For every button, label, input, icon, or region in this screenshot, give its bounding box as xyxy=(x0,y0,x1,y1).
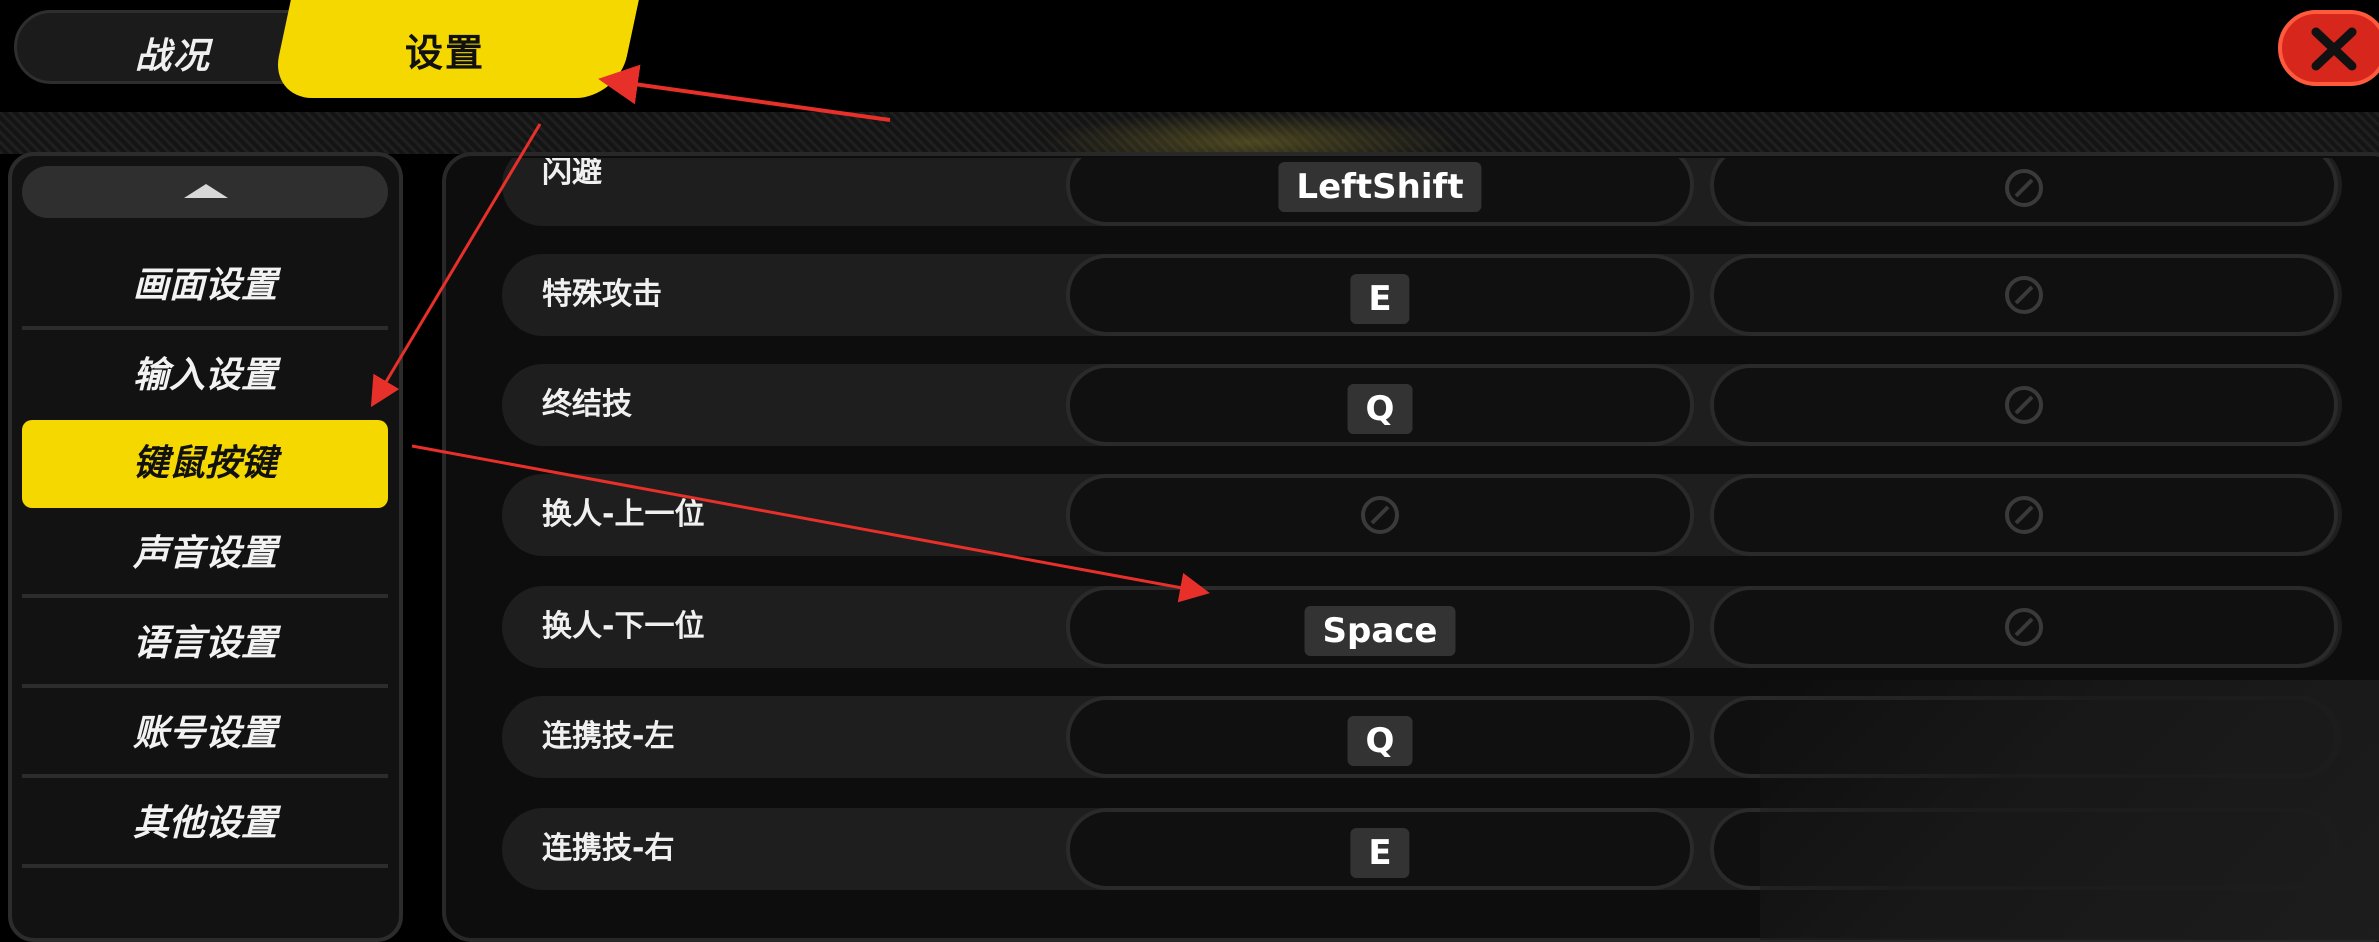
annotation-arrow xyxy=(370,123,542,408)
annotation-arrows xyxy=(370,64,1210,603)
annotation-arrow xyxy=(411,444,1210,603)
annotation-arrow xyxy=(598,64,891,122)
